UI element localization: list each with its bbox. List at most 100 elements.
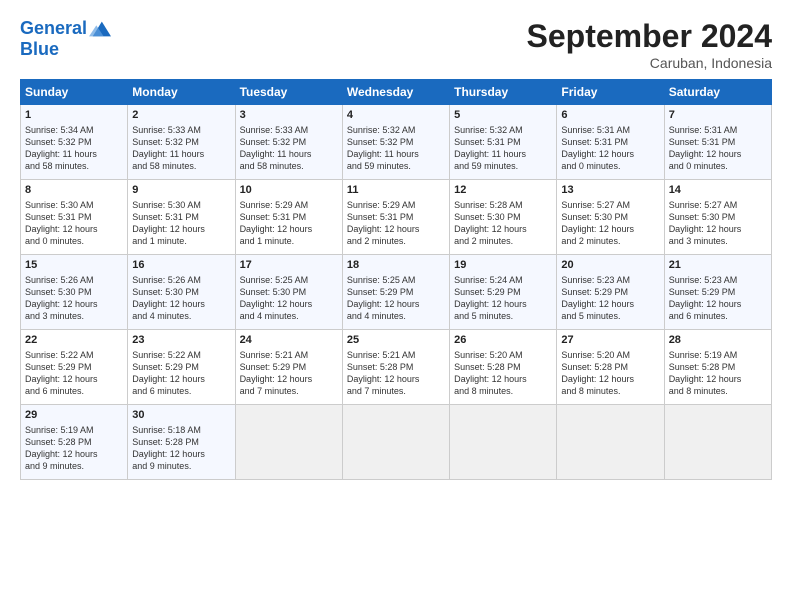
location: Caruban, Indonesia [527, 55, 772, 71]
day-info-line: and 1 minute. [240, 235, 338, 247]
day-number: 10 [240, 183, 338, 198]
day-info-line: Sunset: 5:31 PM [454, 136, 552, 148]
day-info-line: Daylight: 11 hours [25, 148, 123, 160]
header: General Blue September 2024 Caruban, Ind… [20, 18, 772, 71]
table-row: 9Sunrise: 5:30 AMSunset: 5:31 PMDaylight… [128, 180, 235, 255]
day-info-line: Sunset: 5:28 PM [25, 436, 123, 448]
day-info-line: Sunset: 5:31 PM [561, 136, 659, 148]
day-info-line: Daylight: 12 hours [454, 373, 552, 385]
table-row: 26Sunrise: 5:20 AMSunset: 5:28 PMDayligh… [450, 330, 557, 405]
day-info-line: Daylight: 12 hours [561, 148, 659, 160]
day-info-line: Daylight: 12 hours [132, 373, 230, 385]
weekday-tuesday: Tuesday [235, 80, 342, 105]
day-info-line: and 2 minutes. [561, 235, 659, 247]
table-row: 19Sunrise: 5:24 AMSunset: 5:29 PMDayligh… [450, 255, 557, 330]
day-number: 19 [454, 258, 552, 273]
day-info-line: Sunset: 5:32 PM [25, 136, 123, 148]
day-info-line: and 3 minutes. [25, 310, 123, 322]
table-row: 2Sunrise: 5:33 AMSunset: 5:32 PMDaylight… [128, 105, 235, 180]
day-info-line: Sunrise: 5:21 AM [240, 349, 338, 361]
day-info-line: Sunrise: 5:31 AM [669, 124, 767, 136]
day-info-line: and 4 minutes. [240, 310, 338, 322]
day-number: 11 [347, 183, 445, 198]
day-info-line: Sunrise: 5:18 AM [132, 424, 230, 436]
day-number: 17 [240, 258, 338, 273]
day-info-line: Daylight: 12 hours [347, 223, 445, 235]
day-info-line: Sunset: 5:31 PM [347, 211, 445, 223]
day-info-line: Daylight: 12 hours [240, 373, 338, 385]
day-info-line: and 59 minutes. [347, 160, 445, 172]
day-info-line: and 7 minutes. [347, 385, 445, 397]
day-number: 3 [240, 108, 338, 123]
day-number: 6 [561, 108, 659, 123]
day-info-line: and 58 minutes. [25, 160, 123, 172]
day-number: 24 [240, 333, 338, 348]
day-number: 18 [347, 258, 445, 273]
calendar-week-4: 22Sunrise: 5:22 AMSunset: 5:29 PMDayligh… [21, 330, 772, 405]
day-info-line: Daylight: 11 hours [240, 148, 338, 160]
table-row: 23Sunrise: 5:22 AMSunset: 5:29 PMDayligh… [128, 330, 235, 405]
day-info-line: and 6 minutes. [25, 385, 123, 397]
day-info-line: Daylight: 12 hours [454, 223, 552, 235]
day-number: 26 [454, 333, 552, 348]
day-info-line: Sunset: 5:29 PM [132, 361, 230, 373]
table-row: 30Sunrise: 5:18 AMSunset: 5:28 PMDayligh… [128, 405, 235, 480]
logo: General Blue [20, 18, 111, 58]
day-info-line: Sunset: 5:30 PM [240, 286, 338, 298]
day-info-line: Sunset: 5:32 PM [347, 136, 445, 148]
day-info-line: Sunrise: 5:22 AM [25, 349, 123, 361]
day-info-line: Sunset: 5:31 PM [240, 211, 338, 223]
day-info-line: Sunset: 5:32 PM [132, 136, 230, 148]
day-info-line: Sunrise: 5:22 AM [132, 349, 230, 361]
table-row: 5Sunrise: 5:32 AMSunset: 5:31 PMDaylight… [450, 105, 557, 180]
day-info-line: and 2 minutes. [454, 235, 552, 247]
day-info-line: Sunrise: 5:23 AM [669, 274, 767, 286]
day-info-line: Sunset: 5:30 PM [561, 211, 659, 223]
day-info-line: Sunrise: 5:25 AM [240, 274, 338, 286]
table-row [450, 405, 557, 480]
day-info-line: Sunrise: 5:19 AM [669, 349, 767, 361]
table-row [342, 405, 449, 480]
day-info-line: Sunrise: 5:34 AM [25, 124, 123, 136]
day-info-line: Sunrise: 5:32 AM [454, 124, 552, 136]
day-info-line: and 6 minutes. [132, 385, 230, 397]
day-info-line: Sunrise: 5:31 AM [561, 124, 659, 136]
table-row: 22Sunrise: 5:22 AMSunset: 5:29 PMDayligh… [21, 330, 128, 405]
calendar-body: 1Sunrise: 5:34 AMSunset: 5:32 PMDaylight… [21, 105, 772, 480]
day-info-line: Sunrise: 5:32 AM [347, 124, 445, 136]
logo-text: General [20, 19, 87, 39]
weekday-sunday: Sunday [21, 80, 128, 105]
day-number: 2 [132, 108, 230, 123]
day-info-line: Sunset: 5:30 PM [669, 211, 767, 223]
weekday-friday: Friday [557, 80, 664, 105]
day-info-line: Sunrise: 5:27 AM [561, 199, 659, 211]
day-info-line: and 59 minutes. [454, 160, 552, 172]
table-row: 25Sunrise: 5:21 AMSunset: 5:28 PMDayligh… [342, 330, 449, 405]
table-row: 28Sunrise: 5:19 AMSunset: 5:28 PMDayligh… [664, 330, 771, 405]
day-info-line: Sunset: 5:28 PM [454, 361, 552, 373]
day-info-line: Sunrise: 5:24 AM [454, 274, 552, 286]
day-info-line: Sunset: 5:29 PM [347, 286, 445, 298]
weekday-monday: Monday [128, 80, 235, 105]
day-number: 9 [132, 183, 230, 198]
day-info-line: Daylight: 12 hours [25, 373, 123, 385]
day-number: 22 [25, 333, 123, 348]
day-info-line: Sunset: 5:32 PM [240, 136, 338, 148]
day-info-line: Daylight: 11 hours [132, 148, 230, 160]
weekday-header-row: SundayMondayTuesdayWednesdayThursdayFrid… [21, 80, 772, 105]
day-info-line: Daylight: 12 hours [669, 223, 767, 235]
day-info-line: Daylight: 12 hours [561, 223, 659, 235]
table-row: 8Sunrise: 5:30 AMSunset: 5:31 PMDaylight… [21, 180, 128, 255]
day-info-line: and 7 minutes. [240, 385, 338, 397]
calendar-week-1: 1Sunrise: 5:34 AMSunset: 5:32 PMDaylight… [21, 105, 772, 180]
day-number: 30 [132, 408, 230, 423]
day-info-line: Daylight: 12 hours [669, 373, 767, 385]
day-number: 4 [347, 108, 445, 123]
day-info-line: and 58 minutes. [132, 160, 230, 172]
day-number: 25 [347, 333, 445, 348]
day-info-line: Sunset: 5:29 PM [240, 361, 338, 373]
table-row: 15Sunrise: 5:26 AMSunset: 5:30 PMDayligh… [21, 255, 128, 330]
day-info-line: Sunrise: 5:33 AM [240, 124, 338, 136]
day-number: 27 [561, 333, 659, 348]
table-row: 16Sunrise: 5:26 AMSunset: 5:30 PMDayligh… [128, 255, 235, 330]
